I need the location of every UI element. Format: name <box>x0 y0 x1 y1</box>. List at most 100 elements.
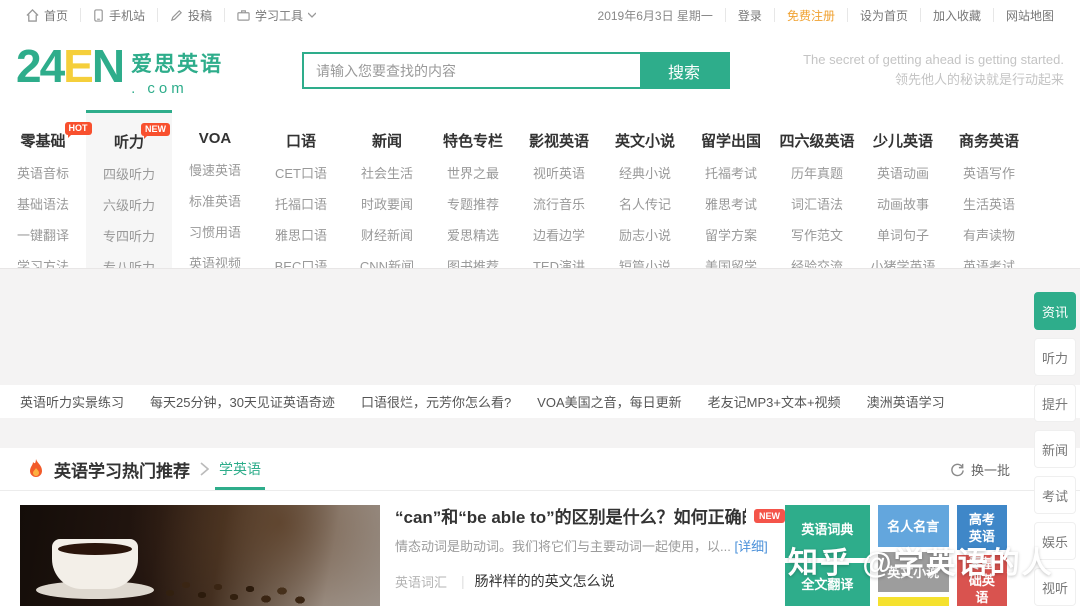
sidebar-item-tingli[interactable]: 听力 <box>1034 338 1076 376</box>
hot-recommend-card: 英语学习热门推荐 学英语 换一批 “can”和“be able to”的区别是什… <box>0 448 1080 606</box>
chevron-down-icon <box>308 12 317 18</box>
topbar-mobile-link[interactable]: 手机站 <box>80 8 157 23</box>
sidebar-item-zixun[interactable]: 资讯 <box>1034 292 1076 330</box>
nav-item-news[interactable]: 新闻 <box>372 130 402 151</box>
topbar-tools-menu[interactable]: 学习工具 <box>224 8 328 23</box>
login-link[interactable]: 登录 <box>724 8 774 23</box>
article-list: “can”和“be able to”的区别是什么？如何正确的使 NEW 情态动词… <box>395 503 785 606</box>
nav-sub-item[interactable]: 标准英语 <box>172 191 258 210</box>
quick-link[interactable]: 每天25分钟，30天见证英语奇迹 <box>150 392 335 411</box>
sidebar-item-tisheng[interactable]: 提升 <box>1034 384 1076 422</box>
quick-link[interactable]: 澳洲英语学习 <box>867 392 945 411</box>
nav-sub-item[interactable]: 流行音乐 <box>516 194 602 213</box>
search-input[interactable] <box>304 54 640 87</box>
nav-item-abroad[interactable]: 留学出国 <box>701 130 761 151</box>
search-box: 搜索 <box>302 52 730 89</box>
nav-sub-item[interactable]: 视听英语 <box>516 163 602 182</box>
topbar-home-label: 首页 <box>44 8 69 23</box>
nav-sub-item[interactable]: 财经新闻 <box>344 225 430 244</box>
nav-item-movies[interactable]: 影视英语 <box>529 130 589 151</box>
nav-sub-item[interactable]: 经典小说 <box>602 163 688 182</box>
quick-link[interactable]: 口语很烂，元芳你怎么看? <box>361 392 511 411</box>
nav-column-abroad: 留学出国 托福考试 雅思考试 留学方案 美国留学 <box>688 110 774 274</box>
nav-item-voa[interactable]: VOA <box>199 130 232 147</box>
nav-item-cet[interactable]: 四六级英语 <box>779 130 854 151</box>
site-logo[interactable]: 24EN 爱思英语 . com <box>16 43 223 97</box>
topbar-home-link[interactable]: 首页 <box>14 8 80 23</box>
nav-item-listening[interactable]: 听力 NEW <box>114 123 170 152</box>
nav-sub-item[interactable]: 慢速英语 <box>172 160 258 179</box>
refresh-batch-button[interactable]: 换一批 <box>950 448 1010 490</box>
nav-sub-item[interactable]: 有声读物 <box>946 225 1032 244</box>
nav-item-beginner[interactable]: 零基础 HOT <box>20 122 92 151</box>
nav-sub-item[interactable]: 世界之最 <box>430 163 516 182</box>
nav-sub-item[interactable]: 六级听力 <box>86 195 172 214</box>
nav-sub-item[interactable]: CET口语 <box>258 163 344 182</box>
nav-sub-item[interactable]: 雅思口语 <box>258 225 344 244</box>
nav-sub-item[interactable]: 留学方案 <box>688 225 774 244</box>
register-link[interactable]: 免费注册 <box>773 8 847 23</box>
nav-item-features[interactable]: 特色专栏 <box>443 130 503 151</box>
nav-sub-item[interactable]: 托福口语 <box>258 194 344 213</box>
new-badge: NEW <box>754 508 785 523</box>
nav-sub-item[interactable]: 英语写作 <box>946 163 1032 182</box>
sidebar-item-xinwen[interactable]: 新闻 <box>1034 430 1076 468</box>
quick-link[interactable]: VOA美国之音，每日更新 <box>537 392 681 411</box>
sitemap-link[interactable]: 网站地图 <box>992 8 1066 23</box>
nav-sub-item[interactable]: 生活英语 <box>946 194 1032 213</box>
tile-gaokao[interactable]: 高考英语 <box>956 505 1007 550</box>
sidebar-item-shiting[interactable]: 视听 <box>1034 568 1076 606</box>
nav-sub-item[interactable]: 专题推荐 <box>430 194 516 213</box>
nav-sub-item[interactable]: 写作范文 <box>774 225 860 244</box>
nav-sub-item[interactable]: 时政要闻 <box>344 194 430 213</box>
nav-item-kids[interactable]: 少儿英语 <box>873 130 933 151</box>
nav-item-business[interactable]: 商务英语 <box>959 130 1019 151</box>
add-favorite-link[interactable]: 加入收藏 <box>919 8 993 23</box>
nav-sub-item[interactable]: 托福考试 <box>688 163 774 182</box>
refresh-icon <box>951 463 964 476</box>
tile-beginner[interactable]: 零基础英语 <box>956 555 1007 606</box>
quick-link[interactable]: 英语听力实景练习 <box>20 392 124 411</box>
nav-item-novels[interactable]: 英文小说 <box>615 130 675 151</box>
nav-sub-item[interactable]: 单词句子 <box>860 225 946 244</box>
set-homepage-link[interactable]: 设为首页 <box>846 8 920 23</box>
tab-learn-english[interactable]: 学英语 <box>215 448 265 490</box>
search-button[interactable]: 搜索 <box>640 54 728 87</box>
nav-item-speaking[interactable]: 口语 <box>286 130 316 151</box>
article-link[interactable]: 肠袢样的的英文怎么说 <box>475 571 615 591</box>
tile-novels[interactable]: 英文小说 <box>877 552 949 592</box>
article-title-link[interactable]: “can”和“be able to”的区别是什么？如何正确的使 <box>395 503 746 528</box>
nav-sub-item[interactable]: 名人传记 <box>602 194 688 213</box>
tile-translate[interactable]: 全文翻译 <box>785 563 870 606</box>
article-category[interactable]: 英语词汇 <box>395 572 459 591</box>
nav-sub-item[interactable]: 基础语法 <box>0 194 86 213</box>
nav-label: 零基础 <box>20 133 66 150</box>
nav-sub-item[interactable]: 励志小说 <box>602 225 688 244</box>
nav-label: 特色专栏 <box>442 133 503 150</box>
nav-sub-item[interactable]: 一键翻译 <box>0 225 86 244</box>
briefcase-icon <box>237 9 250 21</box>
nav-sub-item[interactable]: 雅思考试 <box>688 194 774 213</box>
nav-sub-item[interactable]: 专四听力 <box>86 226 172 245</box>
tile-dictionary[interactable]: 英语词典 <box>785 505 870 558</box>
nav-sub-item[interactable]: 边看边学 <box>516 225 602 244</box>
nav-sub-item[interactable]: 历年真题 <box>774 163 860 182</box>
quick-link[interactable]: 老友记MP3+文本+视频 <box>708 392 841 411</box>
tile-quotes[interactable]: 名人名言 <box>877 505 949 547</box>
article-thumbnail-coffee[interactable] <box>20 505 380 606</box>
nav-sub-item[interactable]: 爱思精选 <box>430 225 516 244</box>
nav-sub-item[interactable]: 动画故事 <box>860 194 946 213</box>
sidebar-item-kaoshi[interactable]: 考试 <box>1034 476 1076 514</box>
nav-sub-item[interactable]: 四级听力 <box>86 164 172 183</box>
coffee-beans <box>20 505 380 606</box>
read-more-link[interactable]: [详细] <box>734 539 767 554</box>
topbar-submit-link[interactable]: 投稿 <box>157 8 224 23</box>
nav-sub-item[interactable]: 词汇语法 <box>774 194 860 213</box>
tile-yellow[interactable] <box>877 597 949 606</box>
nav-sub-item[interactable]: 英语音标 <box>0 163 86 182</box>
nav-column-novels: 英文小说 经典小说 名人传记 励志小说 短篇小说 <box>602 110 688 274</box>
sidebar-item-yule[interactable]: 娱乐 <box>1034 522 1076 560</box>
nav-sub-item[interactable]: 英语动画 <box>860 163 946 182</box>
nav-sub-item[interactable]: 社会生活 <box>344 163 430 182</box>
nav-sub-item[interactable]: 习惯用语 <box>172 222 258 241</box>
